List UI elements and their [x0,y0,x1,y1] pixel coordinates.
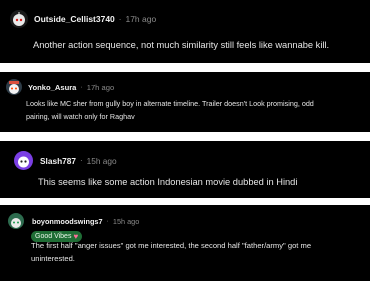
comment-card: boyonmoodswings7 · 15h ago Good Vibes ♥ … [0,205,370,281]
comment-body-line-1: Looks like MC sher from gully boy in alt… [26,99,314,108]
comment-body-line-1: The first half "anger issues" got me int… [31,241,312,250]
comment-body-line-2: pairing, will watch only for Raghav [26,112,135,121]
comment-author[interactable]: Outside_Cellist3740 [34,14,115,24]
comment-author[interactable]: Slash787 [40,156,76,166]
flair-label: Good Vibes [35,233,72,240]
separator-dot: · [106,217,109,225]
comment-time: 17h ago [86,82,115,92]
heart-icon: ♥ [73,232,79,241]
comment-card: Outside_Cellist3740 · 17h ago Another ac… [0,0,370,63]
purple-snoo-avatar-icon[interactable] [14,151,33,170]
comment-body: Another action sequence, not much simila… [33,40,330,50]
separator-dot: · [80,83,83,91]
separator-dot: · [79,156,83,165]
comment-card: Slash787 · 15h ago This seems like some … [0,141,370,198]
comment-body: This seems like some action Indonesian m… [38,177,298,187]
comment-body-line-2: uninterested. [31,254,75,263]
comment-card: Yonko_Asura · 17h ago Looks like MC sher… [0,72,370,132]
separator-dot: · [118,14,122,24]
green-snoo-avatar-icon[interactable] [8,213,24,229]
comment-author[interactable]: Yonko_Asura [28,83,76,92]
comment-time: 15h ago [112,216,140,226]
robot-snoo-avatar-icon[interactable] [10,10,28,28]
comment-time: 15h ago [86,155,117,166]
comment-time: 17h ago [125,14,157,24]
snoo-avatar-icon[interactable] [6,79,22,95]
